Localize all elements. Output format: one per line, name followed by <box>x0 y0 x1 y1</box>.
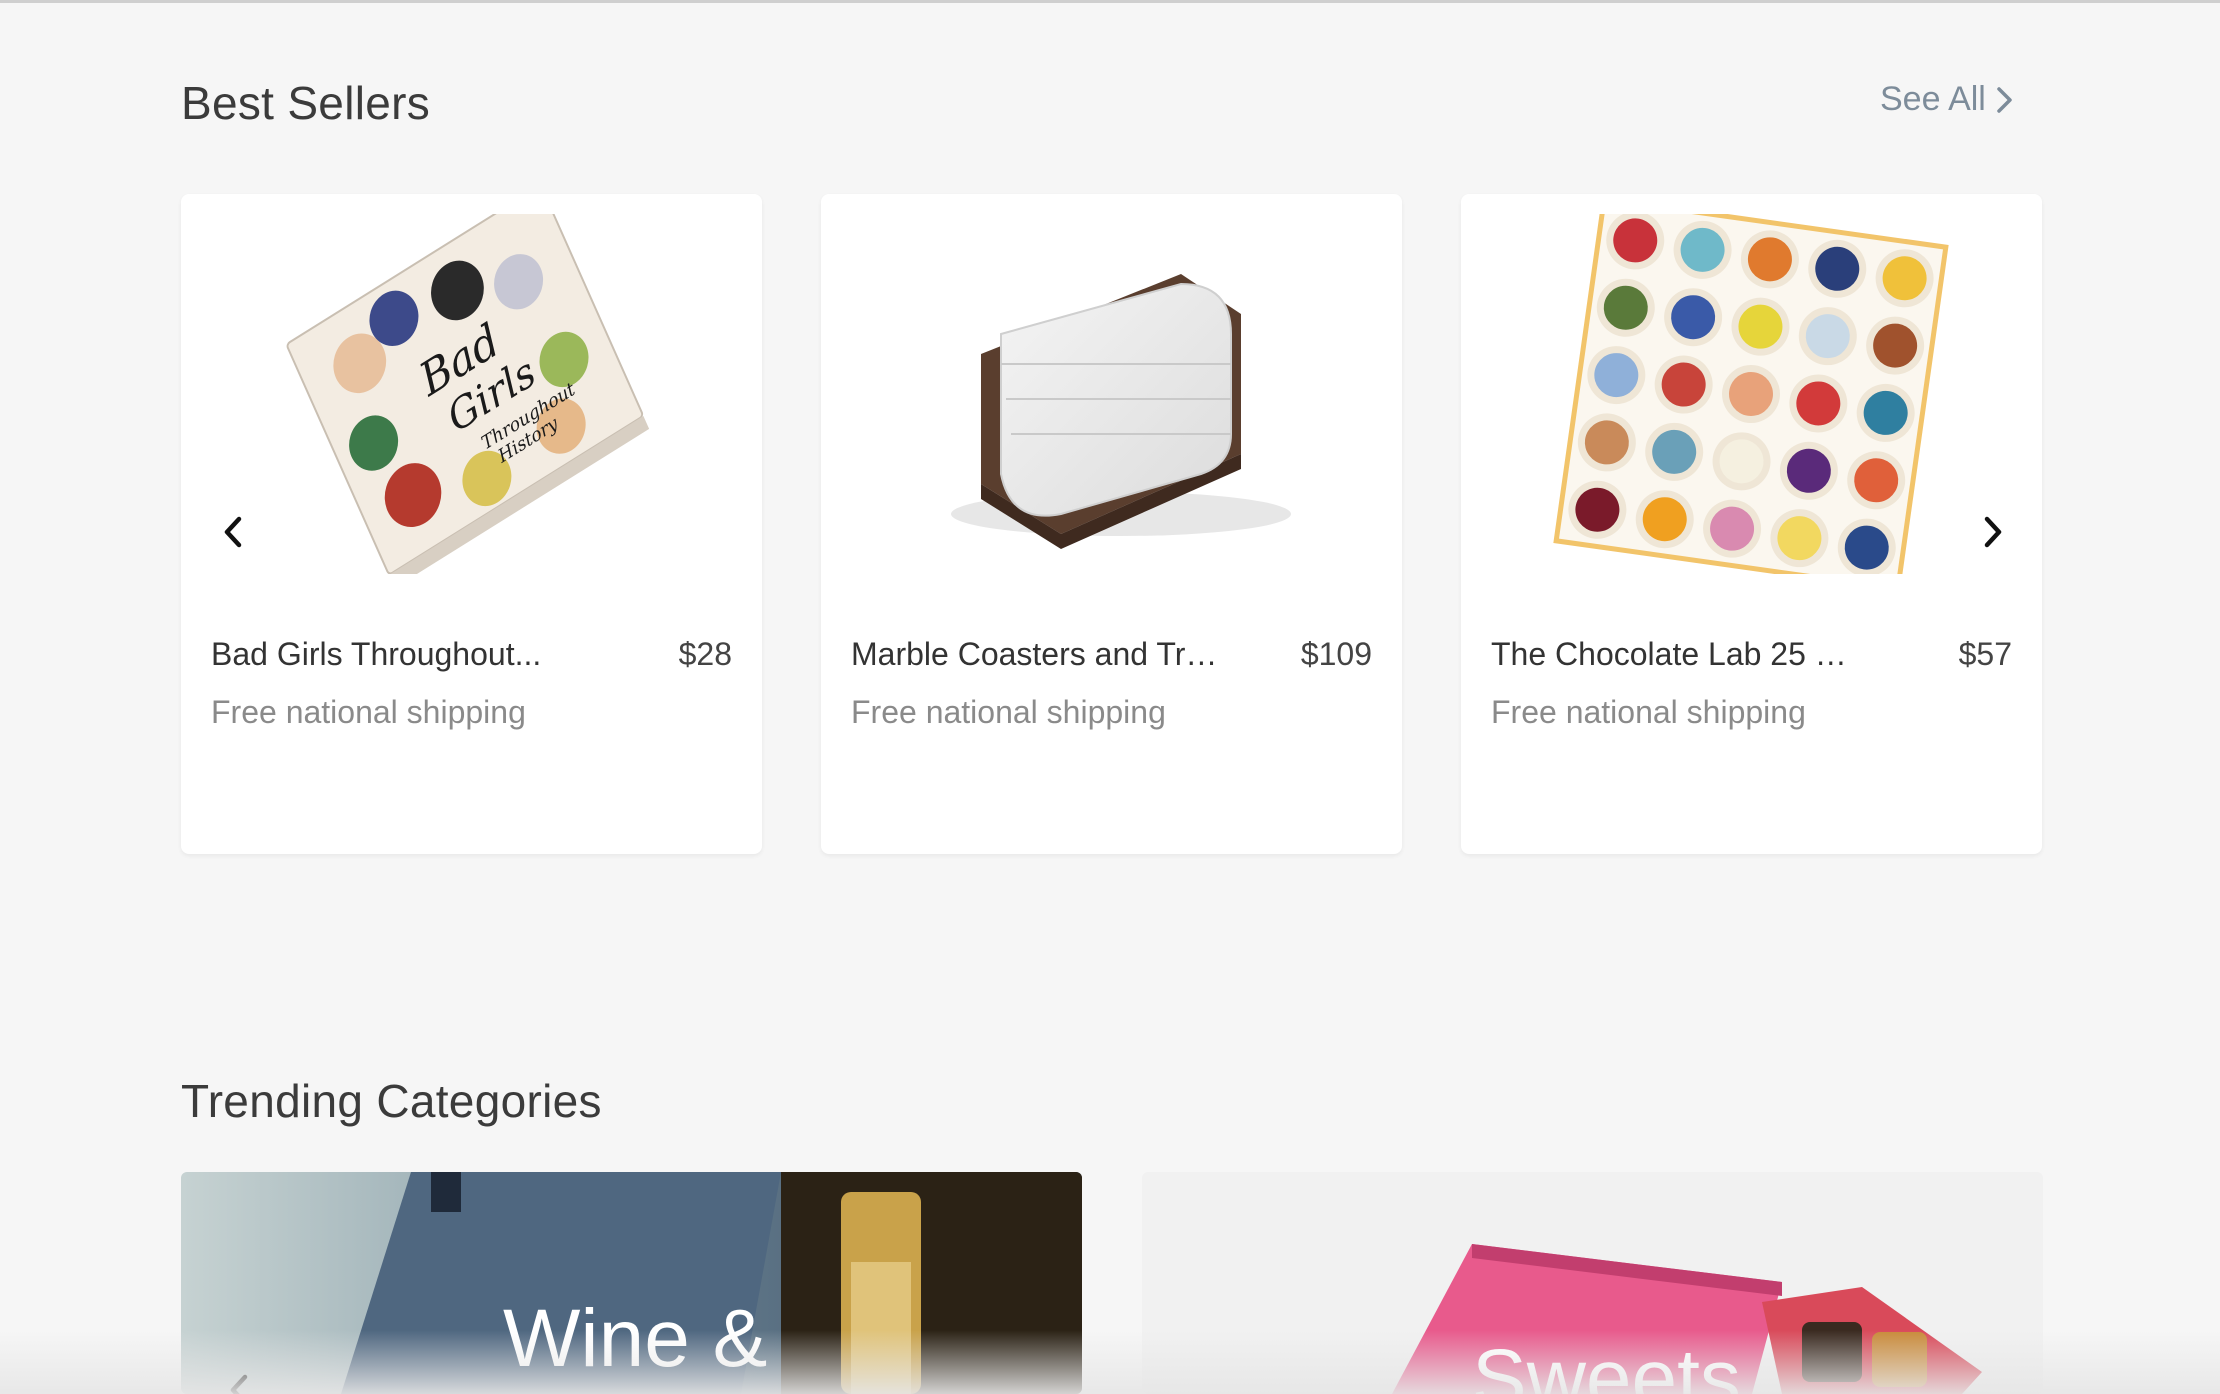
product-shipping: Free national shipping <box>1491 694 1806 730</box>
carousel-next-button[interactable] <box>1965 504 2021 560</box>
chevron-right-icon <box>1997 86 2012 113</box>
product-shipping: Free national shipping <box>851 694 1166 730</box>
product-price: $28 <box>678 636 732 672</box>
category-label: Sweets <box>1472 1333 1741 1394</box>
category-tile-wine[interactable]: Wine & <box>181 1172 1082 1394</box>
product-name: The Chocolate Lab 25 Piece... <box>1491 636 1861 672</box>
product-price: $57 <box>1958 636 2012 672</box>
category-prev-button[interactable] <box>211 1362 267 1394</box>
product-name: Bad Girls Throughout... <box>211 636 542 672</box>
carousel-prev-button[interactable] <box>205 504 261 560</box>
trending-categories-title: Trending Categories <box>181 1075 602 1127</box>
top-divider <box>0 0 2220 3</box>
category-tile-sweets[interactable]: Sweets <box>1142 1172 2043 1394</box>
product-card[interactable]: Marble Coasters and Trivet $109 Free nat… <box>821 194 1402 854</box>
chevron-left-icon <box>230 1374 248 1394</box>
see-all-label: See All <box>1880 80 1986 118</box>
see-all-link[interactable]: See All <box>1880 80 2014 119</box>
product-card[interactable]: The Chocolate Lab 25 Piece... $57 Free n… <box>1461 194 2042 854</box>
product-price: $109 <box>1300 636 1372 672</box>
best-sellers-title: Best Sellers <box>181 77 431 129</box>
product-shipping: Free national shipping <box>211 694 526 730</box>
product-card[interactable]: Bad Girls Throughout History Bad Girls T… <box>181 194 762 854</box>
chevron-left-icon <box>224 516 242 548</box>
product-name: Marble Coasters and Trivet <box>851 636 1221 672</box>
book-image: Bad Girls Throughout History <box>286 214 650 574</box>
category-label: Wine & <box>503 1293 768 1384</box>
chocolates-image <box>1553 214 1949 574</box>
coasters-image <box>951 274 1291 549</box>
best-sellers-carousel: Bad Girls Throughout History Bad Girls T… <box>181 194 2043 854</box>
chevron-right-icon <box>1984 516 2002 548</box>
